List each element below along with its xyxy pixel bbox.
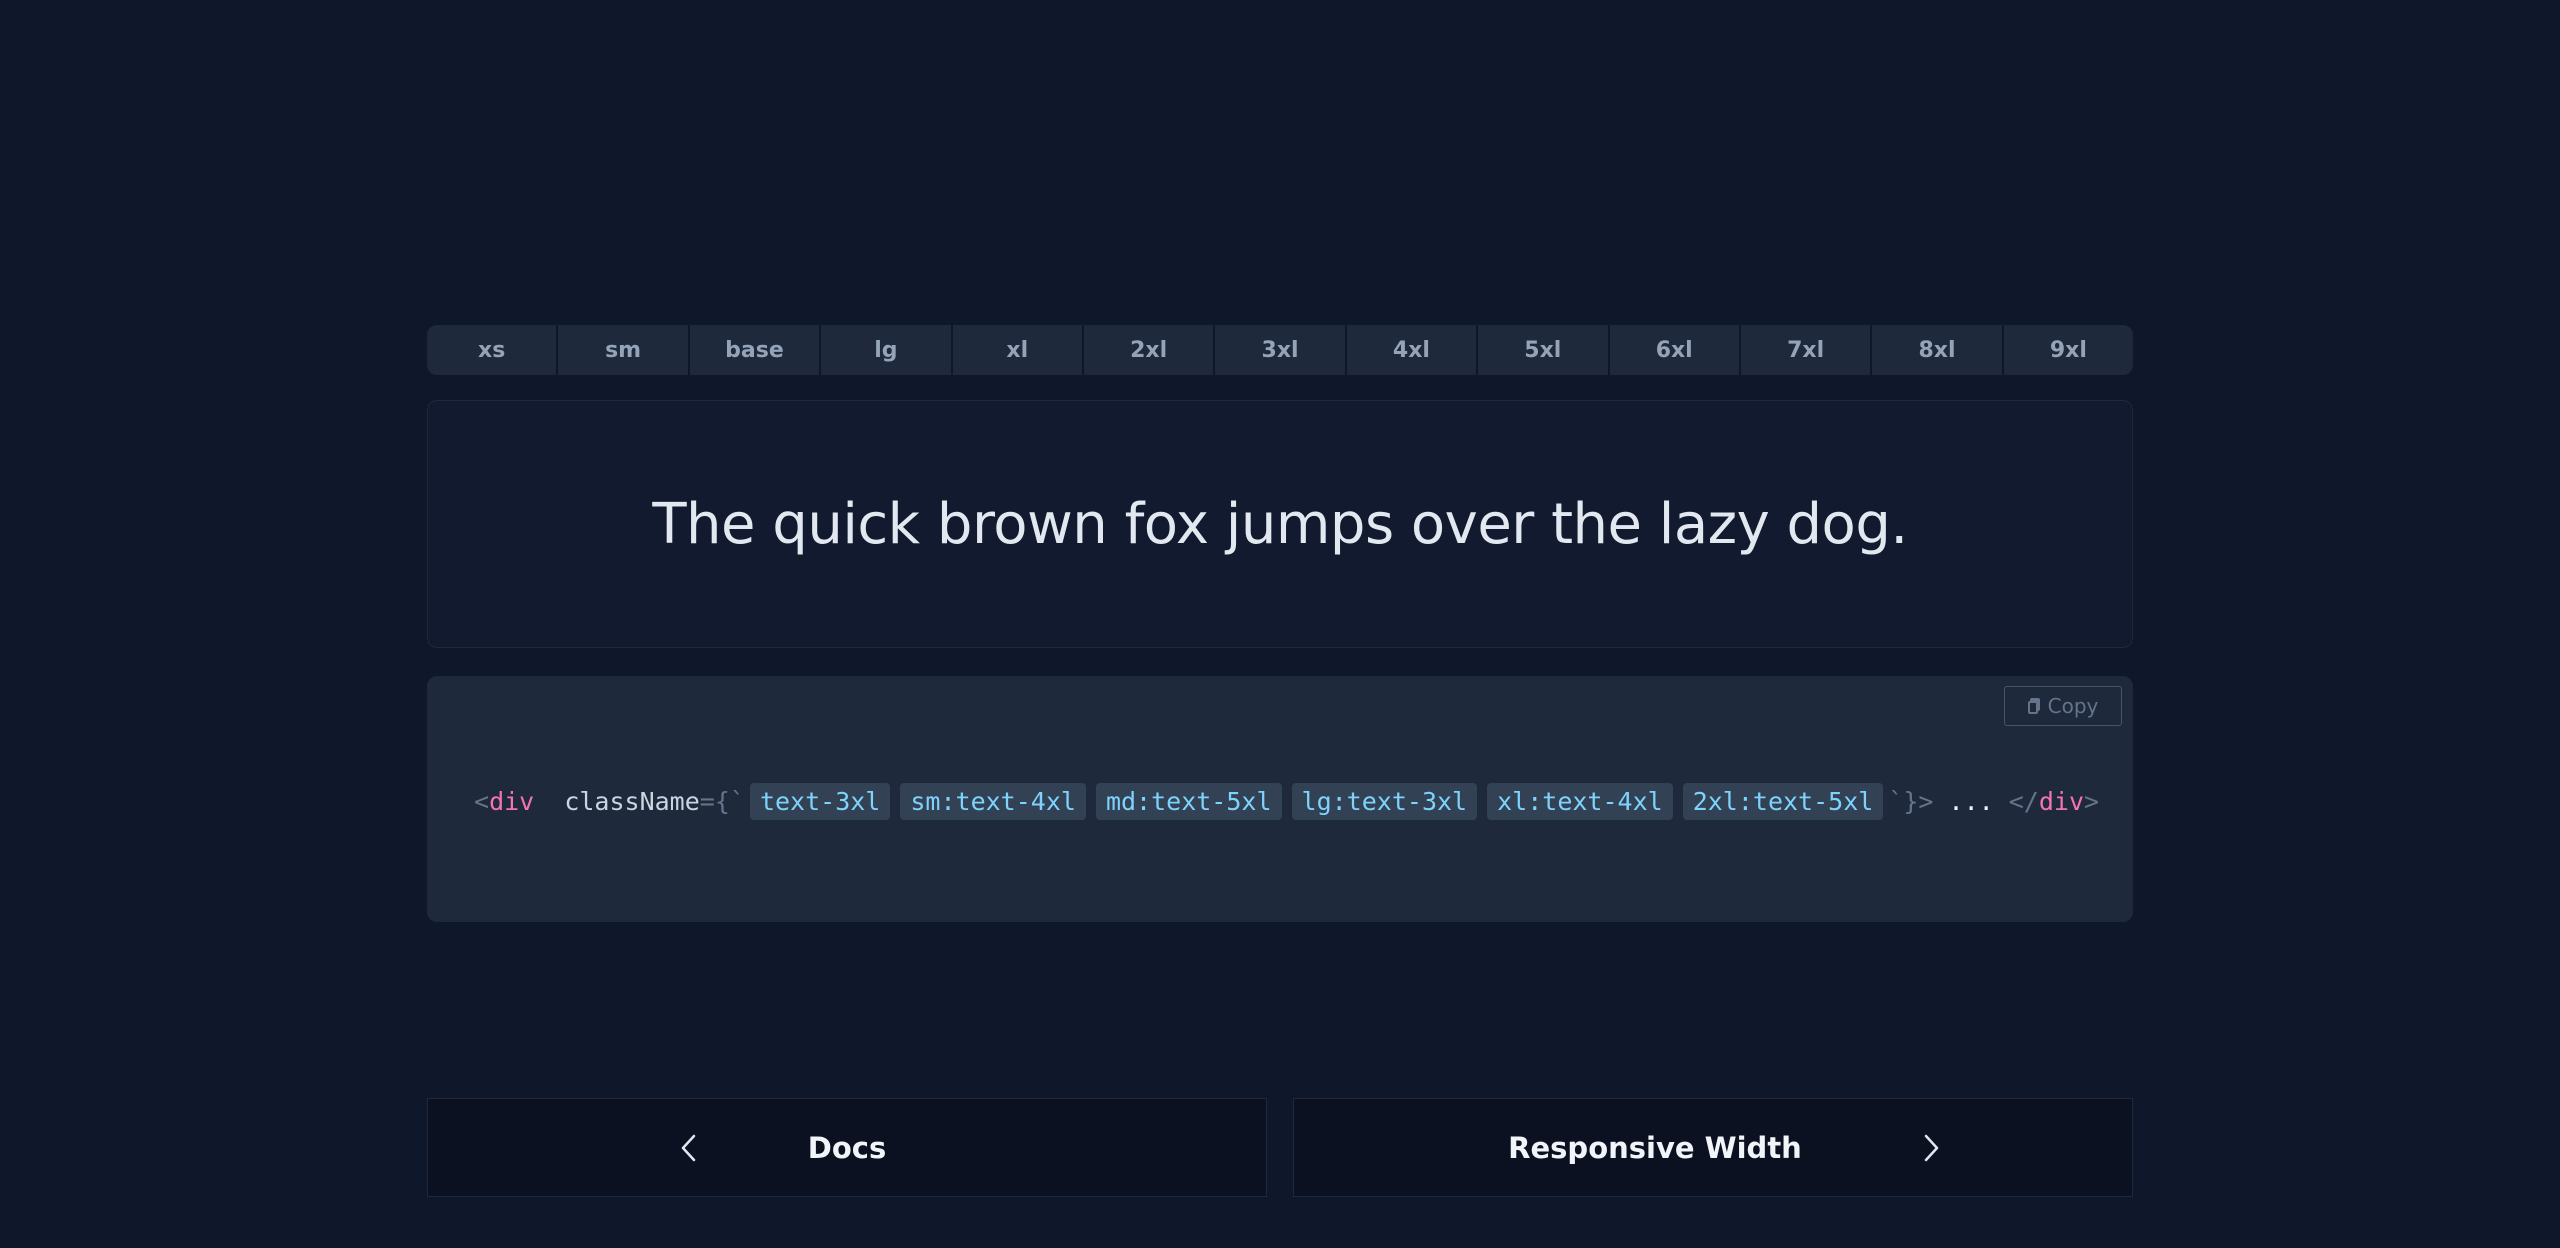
prev-page-link[interactable]: Docs <box>427 1098 1267 1197</box>
class-chip: lg:text-3xl <box>1291 782 1478 820</box>
tab-6xl[interactable]: 6xl <box>1610 325 1741 375</box>
code-eq-open: ={` <box>699 786 745 816</box>
code-line: < div className ={` text-3xl sm:text-4xl md:t… <box>474 781 2099 821</box>
code-close-bracket: > <box>2084 786 2100 816</box>
tab-3xl[interactable]: 3xl <box>1215 325 1347 375</box>
size-tabs: xs sm base lg xl 2xl 3xl 4xl 5xl 6xl 7xl… <box>427 325 2133 375</box>
copy-button[interactable]: Copy <box>2004 686 2122 726</box>
code-tag-close: div <box>2038 786 2085 816</box>
preview-text: The quick brown fox jumps over the lazy … <box>652 491 1908 557</box>
chevron-right-icon <box>1924 1134 1939 1161</box>
tab-5xl[interactable]: 5xl <box>1478 325 1610 375</box>
tab-8xl[interactable]: 8xl <box>1872 325 2004 375</box>
code-block: Copy < div className ={` text-3xl sm:text-4x… <box>427 676 2133 922</box>
class-chip: text-3xl <box>749 782 891 820</box>
next-page-label: Responsive Width <box>1508 1130 1802 1165</box>
next-page-link[interactable]: Responsive Width <box>1293 1098 2133 1197</box>
preview-panel: The quick brown fox jumps over the lazy … <box>427 400 2133 648</box>
code-attr: className <box>564 786 700 816</box>
code-close-attr: `}> <box>1888 786 1934 816</box>
tab-sm[interactable]: sm <box>558 325 690 375</box>
copy-label: Copy <box>2047 694 2099 718</box>
tab-4xl[interactable]: 4xl <box>1347 325 1479 375</box>
code-close-open: </ <box>2008 786 2039 816</box>
tab-xs[interactable]: xs <box>427 325 559 375</box>
tab-7xl[interactable]: 7xl <box>1741 325 1873 375</box>
code-open-bracket: < <box>474 786 490 816</box>
prev-page-label: Docs <box>807 1130 887 1165</box>
tab-base[interactable]: base <box>690 325 822 375</box>
class-chip: xl:text-4xl <box>1487 782 1673 820</box>
copy-icon <box>2027 698 2040 714</box>
class-chip: sm:text-4xl <box>900 782 1086 820</box>
tab-xl[interactable]: xl <box>953 325 1084 375</box>
tab-9xl[interactable]: 9xl <box>2004 325 2133 375</box>
code-tag-open: div <box>489 786 535 816</box>
code-ellipsis: ... <box>1948 786 1994 816</box>
tab-2xl[interactable]: 2xl <box>1084 325 1216 375</box>
tab-lg[interactable]: lg <box>821 325 953 375</box>
class-chip: md:text-5xl <box>1095 782 1282 820</box>
class-chip: 2xl:text-5xl <box>1682 782 1884 820</box>
